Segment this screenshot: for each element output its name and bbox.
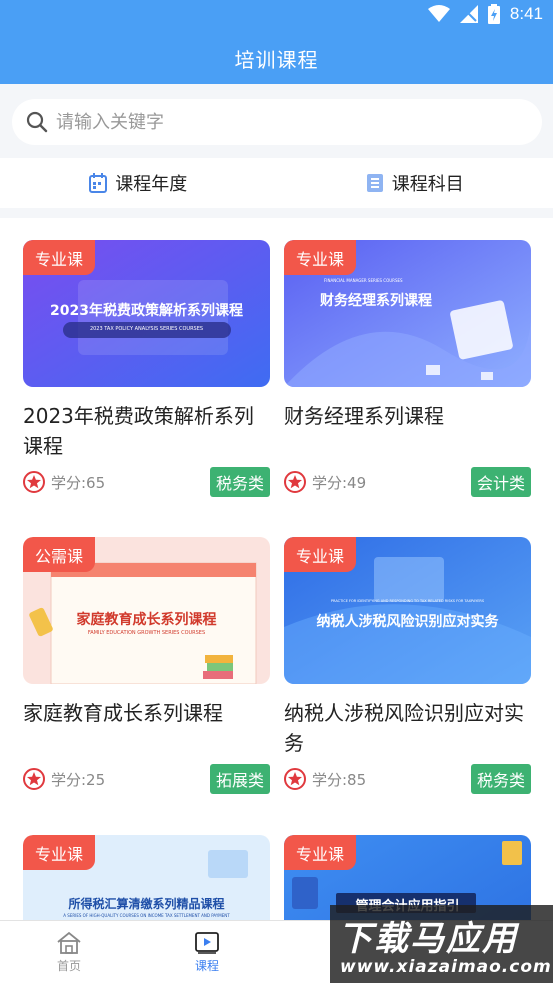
star-badge-icon	[284, 471, 306, 493]
home-icon	[57, 931, 81, 954]
course-type-tag: 专业课	[23, 240, 96, 275]
credit-info: 学分:25	[23, 768, 105, 790]
credit-info: 学分:85	[284, 768, 366, 790]
course-list: 专业课 2023年税费政策解析系列课程 2023 TAX POLICY ANAL…	[0, 218, 553, 920]
course-meta: 学分:49 会计类	[284, 467, 531, 497]
course-type-tag: 专业课	[284, 537, 357, 572]
app-bar: 培训课程	[0, 32, 553, 84]
banner-title: 家庭教育成长系列课程	[76, 612, 217, 628]
course-meta: 学分:25 拓展类	[23, 764, 270, 794]
tab-courses-label: 课程	[194, 958, 219, 973]
list-icon	[366, 174, 383, 192]
video-course-icon	[195, 931, 219, 954]
banner-title: 所得税汇算清缴系列精品课程	[68, 897, 225, 911]
search-input[interactable]	[56, 111, 506, 133]
tab-courses[interactable]: 课程	[138, 921, 276, 983]
status-icons: 8:41	[427, 4, 543, 24]
calendar-icon	[89, 173, 108, 193]
filter-bar: 课程年度 课程科目	[0, 158, 553, 208]
course-type-tag: 专业课	[284, 835, 357, 870]
credit-info: 学分:49	[284, 471, 366, 493]
signal-icon	[459, 5, 478, 23]
course-meta: 学分:85 税务类	[284, 764, 531, 794]
battery-charging-icon	[487, 4, 500, 24]
tab-home[interactable]: 首页	[0, 921, 138, 983]
credit-text: 学分:65	[51, 473, 106, 492]
banner-subtitle: FAMILY EDUCATION GROWTH SERIES COURSES	[87, 630, 206, 636]
course-title: 2023年税费政策解析系列课程	[23, 404, 254, 458]
course-thumbnail: 公需课 家庭教育成长系列课程 FAMILY EDUCATION GROWTH S…	[23, 537, 270, 684]
course-type-tag: 专业课	[23, 835, 96, 870]
course-meta: 学分:65 税务类	[23, 467, 270, 497]
banner-title: 2023年税费政策解析系列课程	[50, 303, 243, 319]
filter-course-subject-label: 课程科目	[391, 174, 464, 195]
credit-text: 学分:49	[312, 473, 367, 492]
course-thumbnail: 专业课 FINANCIAL MANAGER SERIES COURSES 财务经…	[284, 240, 531, 387]
star-badge-icon	[23, 471, 45, 493]
course-thumbnail: 专业课 2023年税费政策解析系列课程 2023 TAX POLICY ANAL…	[23, 240, 270, 387]
category-badge: 税务类	[209, 467, 270, 497]
status-time: 8:41	[509, 4, 543, 23]
course-thumbnail: 专业课 所得税汇算清缴系列精品课程 A SERIES OF HIGH-QUALI…	[23, 835, 270, 920]
filter-course-year[interactable]: 课程年度	[0, 158, 277, 208]
banner-subtitle: FINANCIAL MANAGER SERIES COURSES	[324, 278, 403, 283]
filter-course-year-label: 课程年度	[115, 174, 188, 195]
course-type-tag: 专业课	[284, 240, 357, 275]
credit-text: 学分:85	[312, 770, 367, 789]
watermark: 下载马应用 www.xiazaimao.com	[330, 905, 553, 983]
search-section	[0, 84, 553, 158]
course-card[interactable]: 专业课 所得税汇算清缴系列精品课程 A SERIES OF HIGH-QUALI…	[23, 835, 270, 920]
category-badge: 税务类	[470, 764, 531, 794]
course-type-tag: 公需课	[23, 537, 96, 572]
filter-course-subject[interactable]: 课程科目	[277, 158, 553, 208]
banner-subtitle: A SERIES OF HIGH-QUALITY COURSES ON INCO…	[63, 913, 230, 918]
banner-title: 纳税人涉税风险识别应对实务	[316, 614, 499, 630]
search-icon	[26, 111, 48, 133]
course-card[interactable]: 专业课 PRACTICE FOR IDENTIFYING AND RESPOND…	[284, 537, 531, 794]
star-badge-icon	[23, 768, 45, 790]
tab-home-label: 首页	[56, 958, 81, 973]
watermark-url: www.xiazaimao.com	[340, 957, 552, 977]
search-bar[interactable]	[12, 99, 542, 145]
credit-text: 学分:25	[51, 770, 106, 789]
course-thumbnail: 专业课 PRACTICE FOR IDENTIFYING AND RESPOND…	[284, 537, 531, 684]
category-badge: 会计类	[470, 467, 531, 497]
course-title: 家庭教育成长系列课程	[23, 701, 223, 725]
page-title: 培训课程	[234, 47, 319, 72]
course-title: 纳税人涉税风险识别应对实务	[284, 701, 524, 755]
status-bar: 8:41	[0, 0, 553, 32]
watermark-title: 下载马应用	[338, 919, 518, 959]
banner-subtitle: PRACTICE FOR IDENTIFYING AND RESPONDING …	[330, 599, 485, 603]
star-badge-icon	[284, 768, 306, 790]
credit-info: 学分:65	[23, 471, 105, 493]
course-card[interactable]: 专业课 2023年税费政策解析系列课程 2023 TAX POLICY ANAL…	[23, 240, 270, 497]
course-title: 财务经理系列课程	[284, 404, 444, 428]
banner-title: 财务经理系列课程	[320, 293, 432, 309]
course-card[interactable]: 专业课 FINANCIAL MANAGER SERIES COURSES 财务经…	[284, 240, 531, 497]
course-card[interactable]: 公需课 家庭教育成长系列课程 FAMILY EDUCATION GROWTH S…	[23, 537, 270, 794]
category-badge: 拓展类	[209, 764, 270, 794]
wifi-icon	[427, 5, 450, 22]
banner-subtitle: 2023 TAX POLICY ANALYSIS SERIES COURSES	[89, 326, 204, 332]
